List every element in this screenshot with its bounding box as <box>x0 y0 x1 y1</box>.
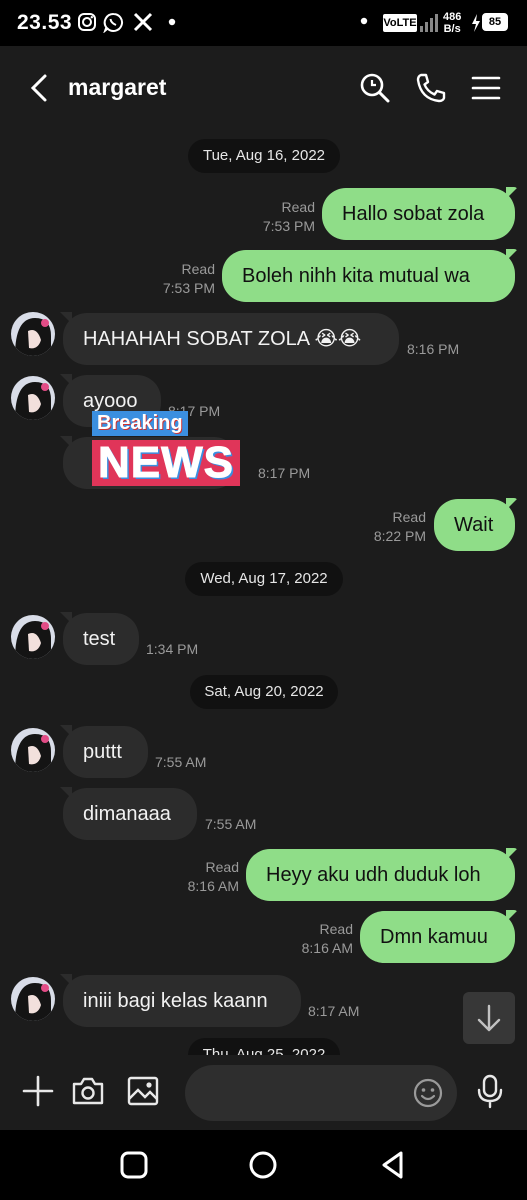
scroll-to-bottom-button[interactable] <box>463 992 515 1044</box>
message-time: 8:17 AM <box>308 1003 360 1019</box>
contact-name[interactable]: margaret <box>68 74 166 101</box>
read-receipt: Read <box>281 199 315 215</box>
menu-icon[interactable] <box>468 70 504 106</box>
message-time: 8:16 AM <box>187 878 239 894</box>
message-bubble-outgoing[interactable]: Hallo sobat zola <box>322 188 515 240</box>
search-icon[interactable] <box>357 70 393 106</box>
message-composer <box>0 1055 527 1130</box>
net-speed: 486 B/s <box>443 11 461 35</box>
whatsapp-icon <box>103 12 123 33</box>
message-meta: Read 7:53 PM <box>263 198 315 236</box>
status-time: 23.53 <box>17 11 73 34</box>
message-bubble-outgoing[interactable]: Boleh nihh kita mutual wa <box>222 250 515 302</box>
date-separator: Tue, Aug 16, 2022 <box>188 139 340 173</box>
message-bubble-incoming[interactable]: puttt <box>63 726 148 778</box>
microphone-icon[interactable] <box>472 1073 508 1109</box>
message-time: 7:53 PM <box>262 218 315 234</box>
dot-icon <box>168 18 176 26</box>
message-meta: Read 8:16 AM <box>302 920 353 958</box>
avatar-image <box>11 977 55 1021</box>
sticker-text-news: NEWS <box>92 440 240 486</box>
system-nav-bar <box>0 1130 527 1200</box>
instagram-icon <box>78 13 96 31</box>
battery-icon: 85 <box>482 13 508 31</box>
message-bubble-outgoing[interactable]: Dmn kamuu <box>360 911 515 963</box>
emoji-icon[interactable] <box>413 1078 443 1108</box>
volte-icon: VoLTE <box>383 14 417 32</box>
status-bar: 23.53 VoLTE 486 B/s 85 <box>0 0 527 46</box>
recent-apps-icon[interactable] <box>117 1148 151 1182</box>
camera-icon[interactable] <box>70 1073 106 1109</box>
message-time: 8:16 AM <box>301 940 353 956</box>
message-bubble-outgoing[interactable]: Wait <box>434 499 515 551</box>
message-time: 7:53 PM <box>162 280 215 296</box>
message-bubble-incoming[interactable]: test <box>63 613 139 665</box>
avatar[interactable] <box>11 728 55 772</box>
avatar-image <box>11 376 55 420</box>
message-time: 8:22 PM <box>373 528 426 544</box>
signal-icon <box>420 14 438 32</box>
date-separator: Wed, Aug 17, 2022 <box>185 562 343 596</box>
message-bubble-outgoing[interactable]: Heyy aku udh duduk loh <box>246 849 515 901</box>
avatar-image <box>11 615 55 659</box>
avatar[interactable] <box>11 615 55 659</box>
message-bubble-incoming[interactable]: iniii bagi kelas kaann <box>63 975 301 1027</box>
message-time: 8:17 PM <box>258 465 311 481</box>
image-icon[interactable] <box>125 1073 161 1109</box>
message-time: 8:16 PM <box>407 341 460 357</box>
message-time: 1:34 PM <box>146 641 199 657</box>
x-icon <box>133 12 153 32</box>
avatar[interactable] <box>11 376 55 420</box>
message-time: 7:55 AM <box>155 754 207 770</box>
arrow-down-icon <box>477 1004 501 1032</box>
read-receipt: Read <box>319 921 353 937</box>
message-bubble-incoming[interactable]: dimanaaa <box>63 788 197 840</box>
home-icon[interactable] <box>246 1148 280 1182</box>
avatar-image <box>11 728 55 772</box>
phone-icon[interactable] <box>413 70 449 106</box>
charging-icon <box>472 14 480 32</box>
avatar[interactable] <box>11 977 55 1021</box>
sticker-text-breaking: Breaking <box>92 411 188 436</box>
chat-area[interactable]: Tue, Aug 16, 2022 Read 7:53 PM Hallo sob… <box>0 130 527 1055</box>
alarm-dot-icon <box>360 17 368 25</box>
date-separator: Sat, Aug 20, 2022 <box>190 675 338 709</box>
net-speed-value: 486 <box>443 11 462 23</box>
message-bubble-incoming[interactable]: HAHAHAH SOBAT ZOLA 😭😭 <box>63 313 399 365</box>
back-triangle-icon[interactable] <box>376 1148 410 1182</box>
message-meta: Read 8:22 PM <box>374 508 426 546</box>
message-time: 7:55 AM <box>205 816 257 832</box>
read-receipt: Read <box>392 509 426 525</box>
read-receipt: Read <box>181 261 215 277</box>
message-input[interactable] <box>185 1065 457 1121</box>
breaking-news-sticker[interactable]: Breaking NEWS <box>92 411 240 486</box>
chat-header: margaret <box>0 46 527 130</box>
avatar-image <box>11 312 55 356</box>
date-separator: Thu, Aug 25, 2022 <box>188 1038 340 1055</box>
net-speed-unit: B/s <box>443 23 461 35</box>
avatar[interactable] <box>11 312 55 356</box>
message-meta: Read 7:53 PM <box>163 260 215 298</box>
back-icon[interactable] <box>22 70 58 106</box>
read-receipt: Read <box>205 859 239 875</box>
message-meta: Read 8:16 AM <box>188 858 239 896</box>
plus-icon[interactable] <box>20 1073 56 1109</box>
